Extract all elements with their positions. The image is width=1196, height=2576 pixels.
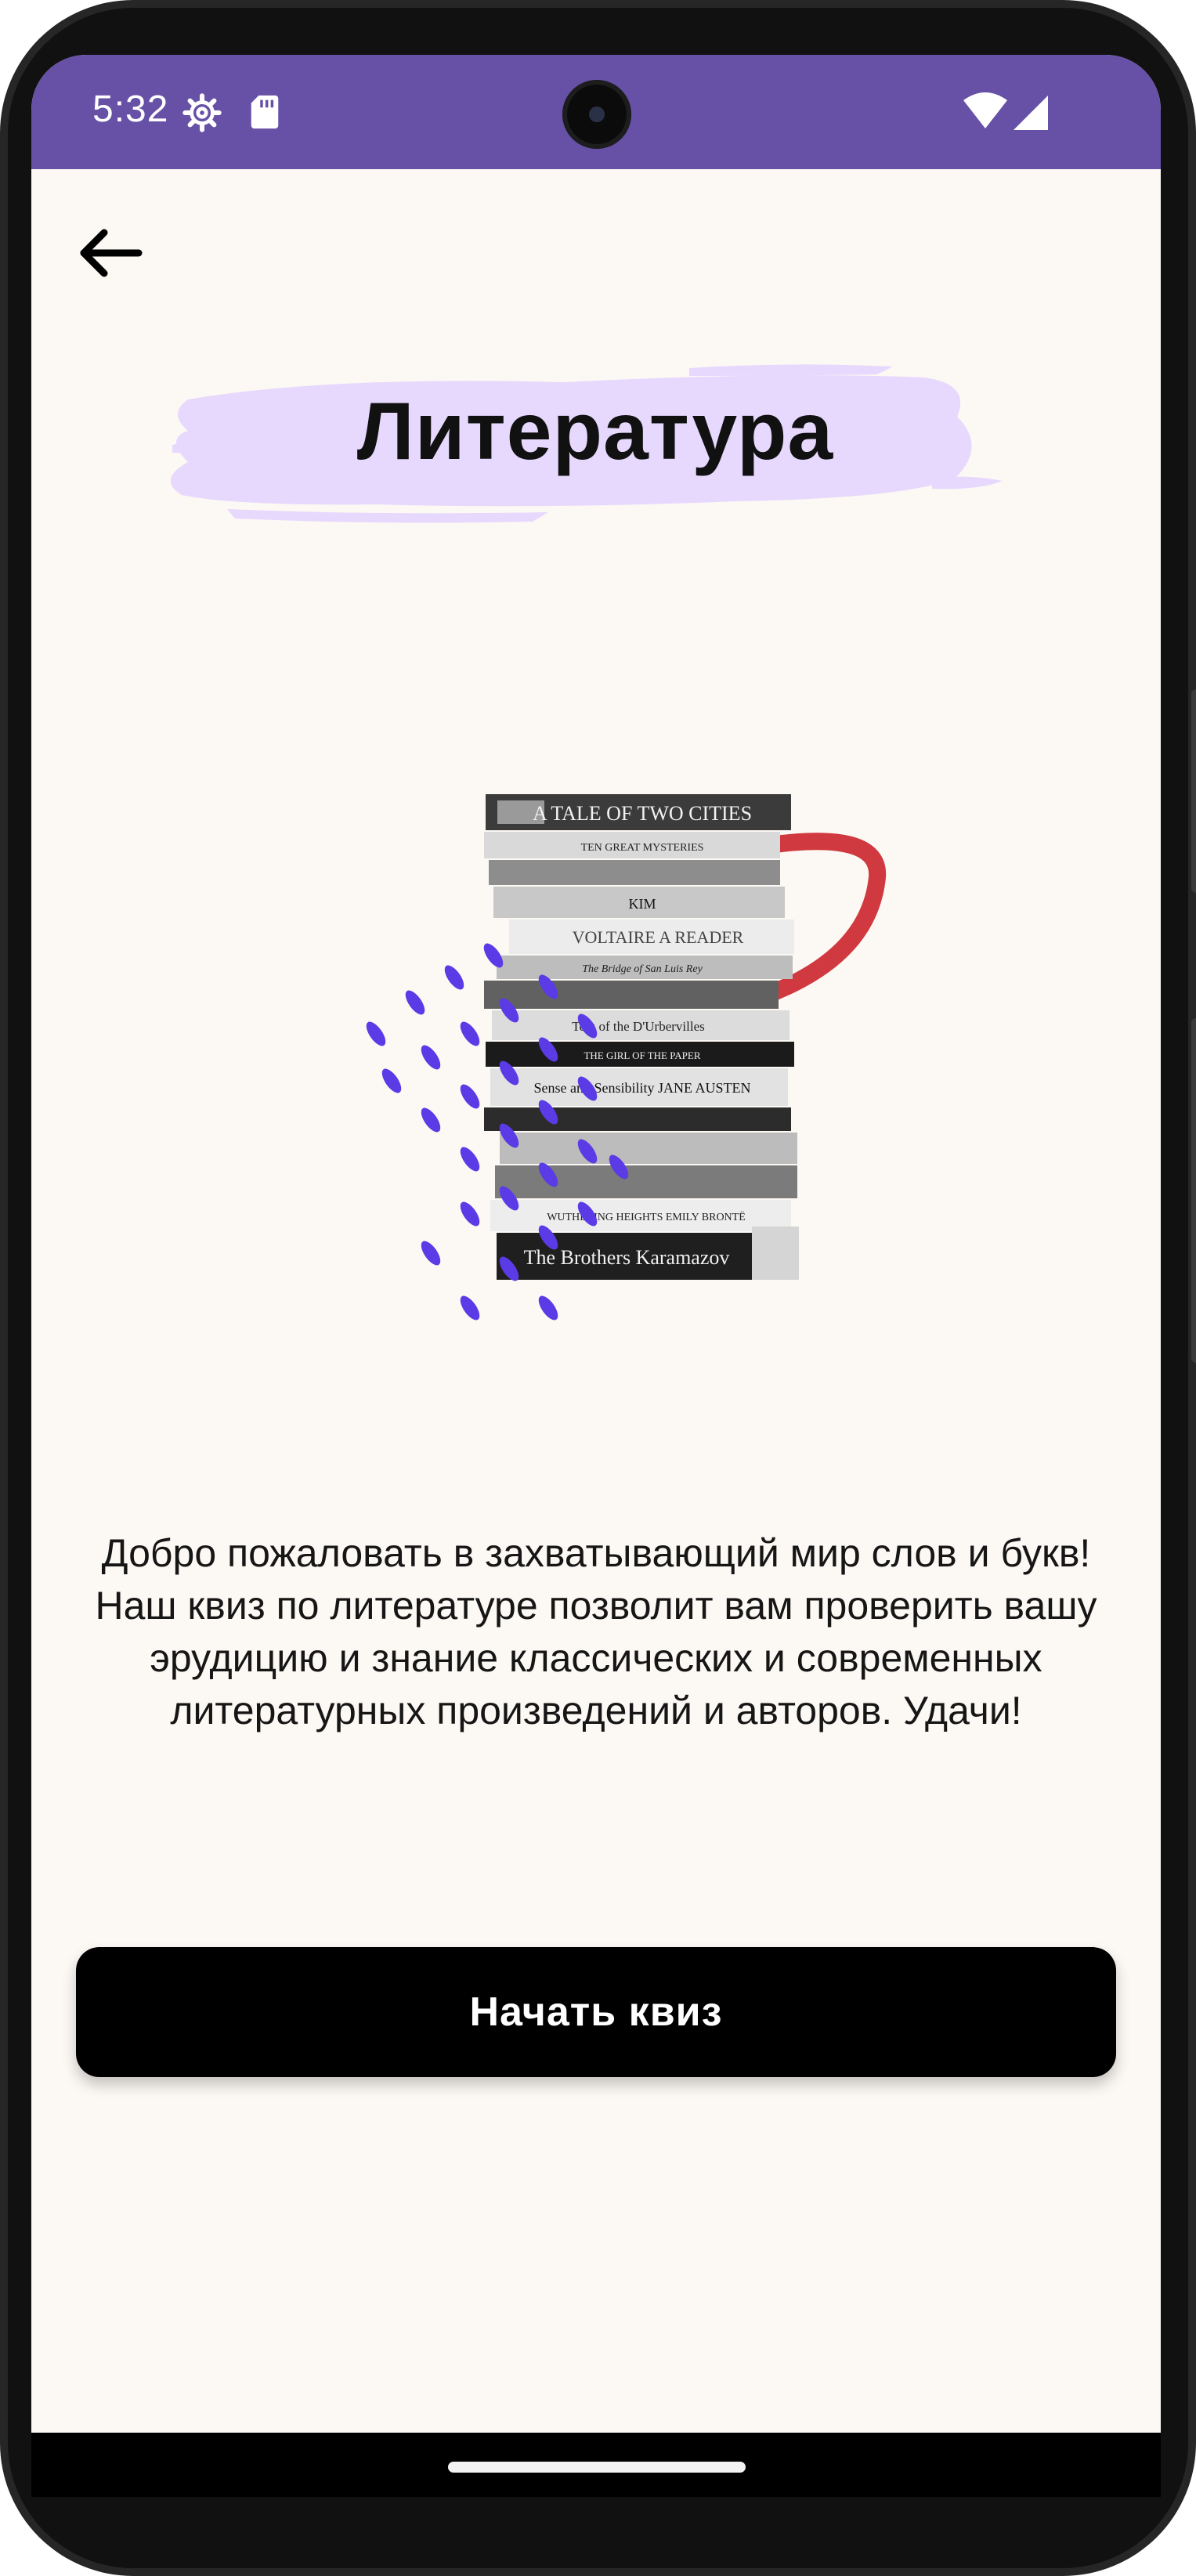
phone-frame: 5:32 Литература A TALE OF TWO CITIES TEN… <box>0 0 1196 2576</box>
settings-icon <box>182 92 222 137</box>
volume-button <box>1191 1018 1196 1363</box>
arrow-left-icon <box>80 229 143 277</box>
cell-signal-icon <box>1012 94 1050 135</box>
sd-card-icon <box>249 94 280 134</box>
books-mug-illustration: A TALE OF TWO CITIES TEN GREAT MYSTERIES… <box>329 760 924 1355</box>
book-spine-9: WUTHERING HEIGHTS EMILY BRONTË <box>547 1210 746 1223</box>
book-spine-7: THE GIRL OF THE PAPER <box>584 1050 700 1061</box>
book-spine-5: The Bridge of San Luis Rey <box>582 963 703 975</box>
title-block: Литература <box>141 313 1050 548</box>
status-bar: 5:32 <box>31 55 1161 169</box>
book-spine-3: KIM <box>629 896 656 912</box>
book-spine-8: Sense and Sensibility JANE AUSTEN <box>534 1080 751 1096</box>
app-screen: 5:32 Литература A TALE OF TWO CITIES TEN… <box>31 55 1161 2497</box>
wifi-icon <box>962 91 1009 135</box>
back-button[interactable] <box>67 210 154 296</box>
front-camera <box>562 80 631 149</box>
quiz-description: Добро пожаловать в захватывающий мир сло… <box>95 1531 1097 1732</box>
start-quiz-button[interactable]: Начать квиз <box>76 1947 1116 2077</box>
page-title: Литература <box>356 386 834 477</box>
power-button <box>1191 689 1196 893</box>
book-spine-4: VOLTAIRE A READER <box>573 927 744 947</box>
book-spine-2: TEN GREAT MYSTERIES <box>581 842 704 854</box>
status-time: 5:32 <box>92 89 169 130</box>
book-spine-1: A TALE OF TWO CITIES <box>533 802 752 825</box>
home-indicator[interactable] <box>448 2462 746 2473</box>
